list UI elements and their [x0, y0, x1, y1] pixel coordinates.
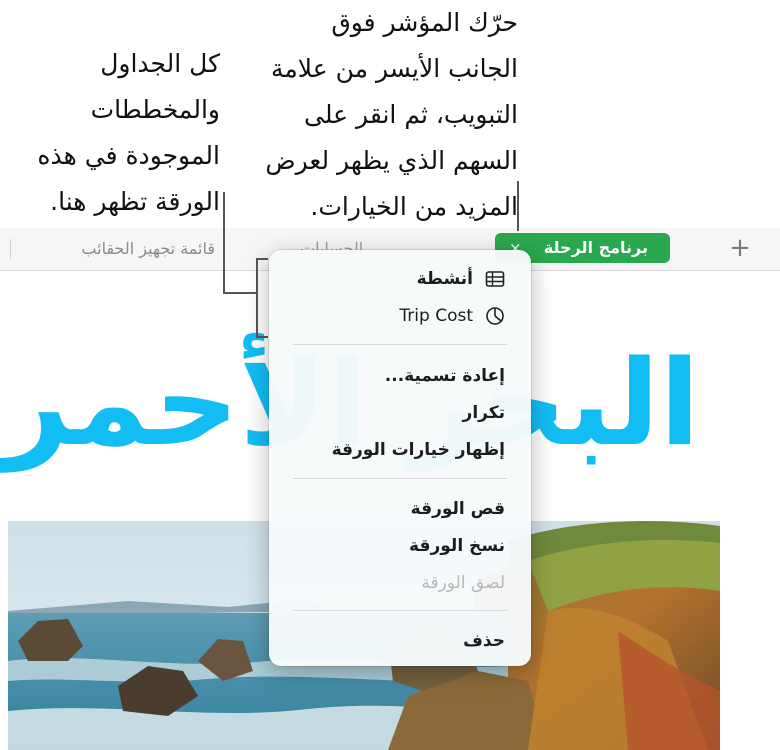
menu-item-label: تكرار	[462, 403, 505, 423]
leader-line	[517, 181, 519, 231]
callout-line: الموجودة في هذه	[37, 141, 220, 170]
leader-line	[223, 292, 257, 294]
menu-divider	[293, 610, 507, 611]
tab-divider	[10, 239, 11, 259]
callout-line: حرّك المؤشر فوق	[331, 8, 518, 37]
menu-item-paste-sheet: لصق الورقة	[281, 566, 519, 600]
menu-item-duplicate[interactable]: تكرار	[281, 396, 519, 430]
callout-line: السهم الذي يظهر لعرض	[265, 146, 518, 175]
menu-item-label: نسخ الورقة	[409, 536, 505, 556]
callout-line: الجانب الأيسر من علامة	[271, 54, 518, 83]
menu-item-label: قص الورقة	[410, 499, 505, 519]
tab-packing-list[interactable]: قائمة تجهيز الحقائب	[81, 228, 215, 270]
callout-line: الورقة تظهر هنا.	[50, 187, 220, 216]
sheet-options-menu: أنشطة Trip Cost إعادة تسمية... تكرار إظه…	[269, 250, 531, 666]
menu-item-show-sheet-options[interactable]: إظهار خيارات الورقة	[281, 433, 519, 467]
menu-item-cut-sheet[interactable]: قص الورقة	[281, 492, 519, 526]
menu-item-label: إعادة تسمية...	[384, 366, 505, 386]
menu-item-activities-table[interactable]: أنشطة	[281, 262, 519, 296]
leader-line	[223, 192, 225, 294]
tab-label: برنامج الرحلة	[543, 238, 648, 257]
menu-item-label: حذف	[463, 631, 505, 651]
leader-bracket	[256, 258, 268, 260]
pie-chart-icon	[485, 306, 505, 326]
menu-item-copy-sheet[interactable]: نسخ الورقة	[281, 529, 519, 563]
menu-item-label: أنشطة	[416, 269, 473, 289]
callout-line: التبويب، ثم انقر على	[304, 100, 518, 129]
table-icon	[485, 269, 505, 289]
menu-item-rename[interactable]: إعادة تسمية...	[281, 359, 519, 393]
menu-item-label: لصق الورقة	[421, 573, 505, 593]
leader-bracket	[256, 258, 258, 338]
menu-divider	[293, 478, 507, 479]
menu-item-delete[interactable]: حذف	[281, 624, 519, 658]
callout-tab-options: حرّك المؤشر فوق الجانب الأيسر من علامة ا…	[265, 0, 518, 230]
callout-objects-list: كل الجداول والمخططات الموجودة في هذه الو…	[37, 41, 220, 225]
callout-line: كل الجداول	[100, 49, 220, 78]
leader-bracket	[256, 336, 268, 338]
menu-item-label: إظهار خيارات الورقة	[331, 440, 505, 460]
menu-divider	[293, 344, 507, 345]
menu-item-label: Trip Cost	[399, 306, 473, 326]
menu-item-trip-cost-chart[interactable]: Trip Cost	[281, 299, 519, 333]
callout-line: والمخططات	[90, 95, 220, 124]
add-sheet-button[interactable]: +	[726, 233, 754, 263]
callout-line: المزيد من الخيارات.	[310, 192, 518, 221]
